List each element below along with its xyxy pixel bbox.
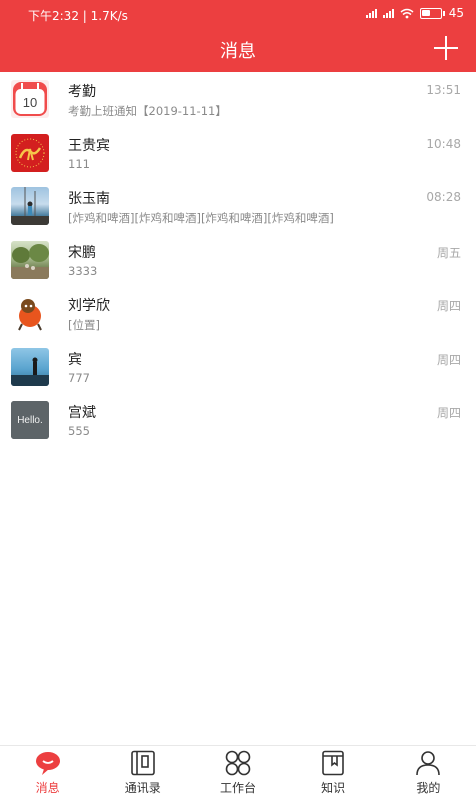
hello-avatar: Hello.: [11, 401, 49, 439]
header-bar: 下午2:32 | 1.7K/s 45 消息: [0, 0, 476, 72]
photo-avatar: [11, 240, 49, 279]
message-time: 08:28: [426, 190, 461, 204]
photo-avatar: [11, 347, 49, 386]
message-time: 周四: [436, 299, 461, 313]
message-time: 周四: [436, 352, 461, 367]
wifi-icon: [400, 8, 414, 18]
conversation-item[interactable]: 宋鹏 3333 周五: [0, 233, 476, 287]
page-title: 消息: [220, 41, 256, 62]
contacts-book-icon[interactable]: [129, 750, 157, 776]
calendar-avatar: 10: [11, 80, 49, 118]
status-icons: 45: [365, 6, 464, 20]
status-time-speed: 下午2:32 | 1.7K/s: [28, 9, 128, 23]
message-time: 13:51: [426, 83, 461, 97]
contact-name: 王贵宾: [68, 137, 110, 154]
tab-label: 我的: [416, 781, 441, 795]
battery-percent: 45: [448, 6, 464, 20]
person-icon[interactable]: [414, 750, 442, 776]
message-preview: 3333: [68, 263, 98, 278]
messages-screen: 下午2:32 | 1.7K/s 45 消息 10 考勤 考勤上班通知【2019-…: [0, 0, 476, 796]
bottom-tab-bar: 消息 通讯录 工作台 知识 我的: [0, 745, 476, 796]
message-list: 10 考勤 考勤上班通知【2019-11-11】 13:51 王贵宾 111 1…: [0, 72, 476, 447]
conversation-item[interactable]: Hello. 宫斌 555 周四: [0, 393, 476, 447]
message-preview: [位置]: [68, 318, 100, 332]
bookmark-book-icon[interactable]: [319, 750, 347, 776]
tab-label: 消息: [35, 781, 60, 795]
message-preview: 555: [68, 424, 90, 438]
conversation-item[interactable]: 宾 777 周四: [0, 340, 476, 394]
contact-name: 刘学欣: [68, 298, 110, 314]
message-preview: [炸鸡和啤酒][炸鸡和啤酒][炸鸡和啤酒][炸鸡和啤酒]: [68, 211, 334, 225]
conversation-item[interactable]: 10 考勤 考勤上班通知【2019-11-11】 13:51: [0, 72, 476, 126]
tab-mine[interactable]: 我的: [381, 746, 476, 796]
conversation-item[interactable]: 张玉南 [炸鸡和啤酒][炸鸡和啤酒][炸鸡和啤酒][炸鸡和啤酒] 08:28: [0, 179, 476, 233]
tab-messages[interactable]: 消息: [0, 746, 95, 796]
contact-name: 考勤: [68, 84, 96, 100]
message-time: 10:48: [426, 136, 461, 151]
tab-label: 知识: [321, 781, 346, 795]
signal-icon-2: [382, 8, 394, 18]
contact-name: 宫斌: [68, 405, 96, 421]
add-button[interactable]: [434, 36, 458, 60]
tab-contacts[interactable]: 通讯录: [95, 746, 190, 796]
red-logo-avatar: [11, 133, 49, 172]
svg-text:10: 10: [23, 95, 37, 110]
tab-label: 通讯录: [124, 781, 161, 795]
tab-label: 工作台: [219, 781, 256, 795]
message-preview: 777: [68, 370, 90, 385]
tab-knowledge[interactable]: 知识: [286, 746, 381, 796]
message-preview: 考勤上班通知【2019-11-11】: [68, 104, 227, 118]
status-bar: 下午2:32 | 1.7K/s 45: [0, 0, 476, 28]
message-time: 周四: [436, 406, 461, 420]
cartoon-avatar: [11, 294, 49, 332]
signal-icon: [365, 8, 377, 18]
chat-bubble-icon[interactable]: [34, 750, 62, 776]
contact-name: 宾: [68, 351, 82, 368]
message-preview: 111: [68, 156, 90, 171]
photo-avatar: [11, 187, 49, 225]
message-time: 周五: [436, 245, 461, 260]
conversation-item[interactable]: 刘学欣 [位置] 周四: [0, 286, 476, 340]
svg-text:Hello.: Hello.: [17, 415, 43, 426]
contact-name: 宋鹏: [68, 244, 96, 261]
battery-icon: 45: [419, 6, 464, 20]
grid-clover-icon[interactable]: [224, 750, 252, 776]
contact-name: 张玉南: [68, 191, 110, 207]
conversation-item[interactable]: 王贵宾 111 10:48: [0, 126, 476, 180]
tab-workbench[interactable]: 工作台: [190, 746, 285, 796]
